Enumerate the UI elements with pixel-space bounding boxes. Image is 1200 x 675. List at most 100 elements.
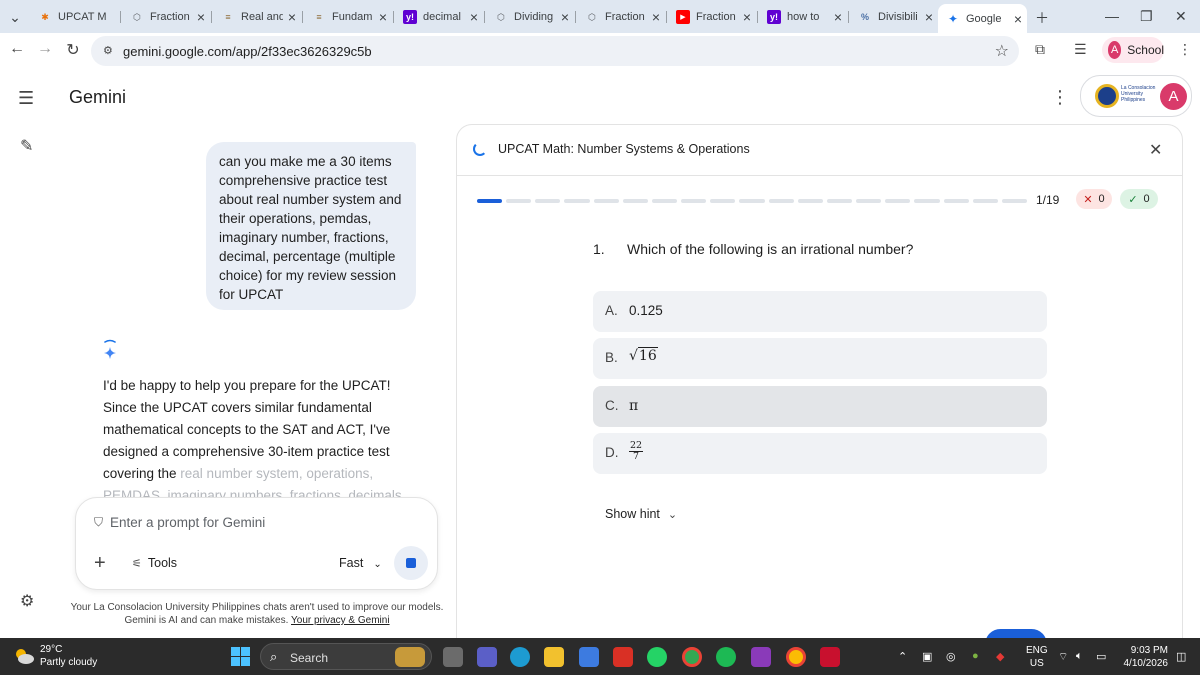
close-icon[interactable]: ✕ xyxy=(1149,140,1162,160)
tab-item[interactable]: % Divisibili × xyxy=(850,5,938,29)
tab-item[interactable]: ▶ Fraction × xyxy=(668,5,756,29)
settings-gear-icon[interactable]: ⚙ xyxy=(20,591,34,611)
store-icon[interactable] xyxy=(579,647,599,667)
forward-button[interactable]: → xyxy=(34,40,56,58)
wifi-icon[interactable]: ⌔ xyxy=(1058,650,1068,664)
bookmark-star-icon[interactable]: ☆ xyxy=(995,41,1009,61)
document-icon: ≡ xyxy=(225,12,231,22)
fraction-denominator: 7 xyxy=(632,451,640,462)
site-info-icon[interactable]: ⚙ xyxy=(103,44,113,57)
prompt-input[interactable]: Enter a prompt for Gemini xyxy=(110,515,265,530)
chrome-icon[interactable] xyxy=(682,647,702,667)
new-tab-button[interactable]: ＋ xyxy=(1035,8,1049,28)
close-icon[interactable]: × xyxy=(920,9,938,25)
close-icon[interactable]: × xyxy=(647,9,665,25)
language-indicator[interactable]: ENG US xyxy=(1026,644,1048,670)
close-icon[interactable]: × xyxy=(829,9,847,25)
start-button[interactable] xyxy=(231,647,250,666)
minimize-button[interactable]: — xyxy=(1105,8,1119,24)
teams-icon[interactable] xyxy=(477,647,497,667)
tab-item[interactable]: ⬡ Fraction × xyxy=(577,5,665,29)
quiz-progress-bar xyxy=(477,199,1027,203)
back-button[interactable]: ← xyxy=(6,40,28,58)
extensions-icon[interactable]: ⧉ xyxy=(1035,41,1045,58)
account-switcher[interactable]: La Consolacion University Philippines A xyxy=(1080,75,1192,117)
tab-item[interactable]: ✱ UPCAT M xyxy=(30,5,118,29)
close-icon[interactable]: × xyxy=(283,9,301,25)
wrong-count: 0 xyxy=(1098,193,1105,205)
media-controls-icon[interactable]: ☰ xyxy=(1074,41,1087,58)
quiz-icon: ⬡ xyxy=(497,11,505,22)
tab-item[interactable]: ≡ Real and × xyxy=(213,5,301,29)
stop-button[interactable] xyxy=(394,546,428,580)
tray-app-icon[interactable]: ● xyxy=(972,650,979,662)
file-explorer-icon[interactable] xyxy=(544,647,564,667)
tab-item[interactable]: ⬡ Dividing × xyxy=(486,5,574,29)
office-icon[interactable] xyxy=(613,647,633,667)
task-view-icon[interactable] xyxy=(443,647,463,667)
tray-app-icon[interactable]: ◆ xyxy=(996,650,1004,663)
weather-description[interactable]: Partly cloudy xyxy=(40,657,97,668)
close-icon[interactable]: × xyxy=(192,9,210,25)
mcafee-icon[interactable] xyxy=(820,647,840,667)
new-chat-icon[interactable]: ✎ xyxy=(20,136,33,156)
taskbar-search[interactable]: ⌕ Search xyxy=(260,643,432,670)
browser-menu-icon[interactable]: ⋮ xyxy=(1178,41,1192,58)
close-icon[interactable]: × xyxy=(1009,11,1027,27)
profile-label: School xyxy=(1127,43,1164,57)
tab-search-button[interactable]: ⌄ xyxy=(0,5,30,29)
correct-count: 0 xyxy=(1143,193,1150,205)
tab-item[interactable]: y! how to × xyxy=(759,5,847,29)
weather-temperature[interactable]: 29°C xyxy=(40,644,62,655)
spotify-icon[interactable] xyxy=(716,647,736,667)
tools-label: Tools xyxy=(147,556,178,570)
tray-app-icon[interactable]: ▣ xyxy=(922,650,932,663)
window-close-button[interactable]: ✕ xyxy=(1175,8,1187,25)
reload-button[interactable]: ↻ xyxy=(62,40,84,60)
more-options-icon[interactable]: ⋮ xyxy=(1051,87,1069,108)
progress-segment xyxy=(826,199,853,203)
app-icon[interactable] xyxy=(751,647,771,667)
add-file-button[interactable]: + xyxy=(94,553,106,573)
wrong-count-badge: ✕ 0 xyxy=(1076,189,1112,209)
correct-count-badge: ✓ 0 xyxy=(1120,189,1158,209)
url-text[interactable]: gemini.google.com/app/2f33ec3626329c5b xyxy=(123,44,372,59)
browser-toolbar: ← → ↻ ⚙ gemini.google.com/app/2f33ec3626… xyxy=(0,33,1200,69)
clock[interactable]: 9:03 PM 4/10/2026 xyxy=(1122,644,1169,670)
privacy-link[interactable]: Your privacy & Gemini xyxy=(291,615,390,626)
close-icon[interactable]: × xyxy=(465,9,483,25)
tab-item-active[interactable]: ✦ Google × xyxy=(938,4,1027,33)
answer-option-c[interactable]: C. π xyxy=(593,386,1047,427)
chrome-icon[interactable] xyxy=(786,647,806,667)
mode-selector[interactable]: Fast ⌄ xyxy=(339,556,382,570)
edge-icon[interactable] xyxy=(510,647,530,667)
org-name: La Consolacion University Philippines xyxy=(1121,85,1156,103)
tab-item[interactable]: y! decimal × xyxy=(395,5,483,29)
chevron-up-icon[interactable]: ⌃ xyxy=(898,650,907,663)
answer-option-b[interactable]: B. √16 xyxy=(593,338,1047,379)
progress-segment xyxy=(477,199,503,203)
volume-icon[interactable]: 🔈︎ xyxy=(1076,650,1083,663)
address-bar[interactable]: ⚙ gemini.google.com/app/2f33ec3626329c5b… xyxy=(91,36,1019,66)
close-icon[interactable]: × xyxy=(374,9,392,25)
restore-button[interactable]: ❐ xyxy=(1140,8,1153,25)
answer-option-d[interactable]: D. 22 7 xyxy=(593,433,1047,474)
prompt-box[interactable]: ⛉ Enter a prompt for Gemini + ⚟ Tools Fas… xyxy=(75,497,438,590)
tab-item[interactable]: ≡ Fundam × xyxy=(304,5,392,29)
notification-icon[interactable]: ◫ xyxy=(1176,650,1186,663)
close-icon[interactable]: × xyxy=(738,9,756,25)
tray-app-icon[interactable]: ◎ xyxy=(946,650,956,663)
answer-option-a[interactable]: A. 0.125 xyxy=(593,291,1047,332)
menu-icon[interactable]: ☰ xyxy=(18,88,34,109)
profile-button[interactable]: A School xyxy=(1102,37,1164,63)
whatsapp-icon[interactable] xyxy=(647,647,667,667)
show-hint-button[interactable]: Show hint ⌄ xyxy=(605,507,677,521)
battery-icon[interactable]: ▭ xyxy=(1096,650,1106,663)
option-text: π xyxy=(629,398,639,414)
tools-button[interactable]: ⚟ Tools xyxy=(132,556,177,570)
shield-icon: ⛉ xyxy=(94,515,104,529)
close-icon[interactable]: × xyxy=(556,9,574,25)
option-letter: C. xyxy=(605,398,619,413)
quiz-title: UPCAT Math: Number Systems & Operations xyxy=(498,142,750,156)
tab-item[interactable]: ⬡ Fraction × xyxy=(122,5,210,29)
